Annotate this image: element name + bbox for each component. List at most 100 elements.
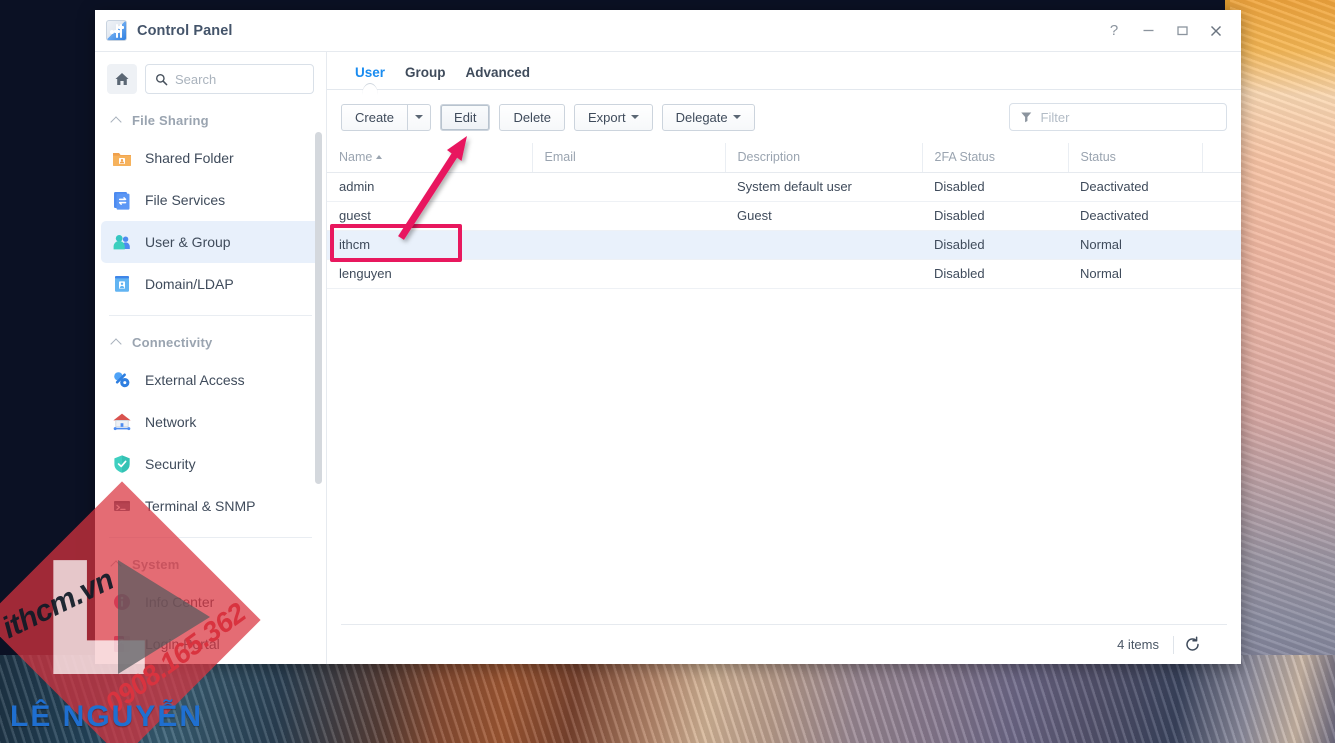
column-header-description[interactable]: Description — [725, 143, 923, 173]
tab-label: Group — [405, 65, 446, 80]
maximize-icon — [1176, 26, 1188, 36]
table-row[interactable]: guest Guest Disabled Deactivated — [327, 201, 1241, 231]
search-icon — [156, 73, 168, 85]
sidebar-item-network[interactable]: Network — [101, 401, 320, 443]
sidebar-item-login-portal[interactable]: Login Portal — [101, 623, 320, 664]
create-dropdown-button[interactable] — [407, 103, 432, 131]
sidebar-item-label: Domain/LDAP — [145, 276, 234, 292]
domain-ldap-icon — [111, 273, 133, 295]
search-box[interactable] — [145, 64, 314, 94]
sidebar-group-label: System — [132, 557, 180, 572]
export-button[interactable]: Export — [574, 103, 653, 131]
table-row[interactable]: lenguyen Disabled Normal — [327, 259, 1241, 289]
sidebar-item-label: Info Center — [145, 594, 215, 610]
sidebar-item-label: Security — [145, 456, 196, 472]
cell-status: Deactivated — [1068, 172, 1202, 202]
sidebar-group-system[interactable]: System — [95, 548, 326, 581]
cell-spacer — [1202, 259, 1241, 289]
sort-asc-icon — [376, 155, 383, 160]
sidebar-scrollbar[interactable] — [315, 132, 322, 484]
search-input[interactable] — [174, 71, 304, 87]
sidebar-item-label: Terminal & SNMP — [145, 498, 256, 514]
filter-box[interactable] — [1009, 103, 1227, 131]
help-icon: ? — [1109, 22, 1119, 39]
chevron-up-icon — [111, 337, 122, 348]
delegate-button[interactable]: Delegate — [661, 103, 755, 131]
sidebar-group-connectivity[interactable]: Connectivity — [95, 326, 326, 359]
user-group-icon — [111, 231, 133, 253]
create-button[interactable]: Create — [341, 103, 408, 131]
users-table: Name Email Description 2FA Status Status… — [327, 143, 1241, 289]
minimize-button[interactable] — [1131, 15, 1165, 47]
cell-status: Normal — [1068, 230, 1202, 260]
toolbar: Create Edit Delete Export Delegate Filte… — [327, 90, 1241, 143]
delete-label: Delete — [513, 109, 552, 125]
column-label: Status — [1080, 150, 1116, 165]
cell-email — [532, 230, 725, 260]
edit-button[interactable]: Edit — [440, 103, 491, 131]
cell-email — [532, 259, 725, 289]
filter-input[interactable] — [1040, 109, 1216, 125]
sidebar-item-label: User & Group — [145, 234, 231, 250]
sidebar-item-info-center[interactable]: Info Center — [101, 581, 320, 623]
cell-email — [532, 172, 725, 202]
refresh-icon — [1186, 636, 1199, 651]
column-header-status[interactable]: Status — [1068, 143, 1203, 173]
column-header-2fa-status[interactable]: 2FA Status — [922, 143, 1069, 173]
cell-2fa-status: Disabled — [922, 230, 1068, 260]
cell-description: System default user — [725, 172, 922, 202]
column-header-name[interactable]: Name — [327, 143, 533, 173]
export-label: Export — [588, 109, 626, 125]
tab-group[interactable]: Group — [395, 65, 456, 89]
sidebar-item-shared-folder[interactable]: Shared Folder — [101, 137, 320, 179]
sidebar-item-security[interactable]: Security — [101, 443, 320, 485]
column-label: Description — [737, 150, 801, 165]
sidebar-item-file-services[interactable]: File Services — [101, 179, 320, 221]
cell-spacer — [1202, 201, 1241, 231]
sidebar-divider — [109, 315, 312, 316]
tab-label: Advanced — [465, 65, 531, 80]
cell-status: Normal — [1068, 259, 1202, 289]
cell-name: guest — [327, 201, 532, 231]
column-header-email[interactable]: Email — [532, 143, 726, 173]
cell-status: Deactivated — [1068, 201, 1202, 231]
close-button[interactable] — [1199, 15, 1233, 47]
chevron-up-icon — [111, 559, 122, 570]
cell-description — [725, 259, 922, 289]
sidebar-divider — [109, 537, 312, 538]
page-title: Control Panel — [137, 22, 233, 39]
home-icon — [115, 73, 129, 85]
shared-folder-icon — [111, 147, 133, 169]
tab-advanced[interactable]: Advanced — [456, 65, 541, 89]
sidebar-item-terminal-snmp[interactable]: Terminal & SNMP — [101, 485, 320, 527]
sidebar-group-file-sharing[interactable]: File Sharing — [95, 104, 326, 137]
cell-2fa-status: Disabled — [922, 201, 1068, 231]
column-label: 2FA Status — [934, 150, 995, 165]
help-button[interactable]: ? — [1097, 15, 1131, 47]
cell-name: lenguyen — [327, 259, 532, 289]
file-services-icon — [111, 189, 133, 211]
close-icon — [1211, 25, 1221, 36]
refresh-button[interactable] — [1174, 636, 1211, 653]
sidebar: File Sharing Shared Folder — [95, 52, 327, 664]
sidebar-item-user-group[interactable]: User & Group — [101, 221, 320, 263]
chevron-down-icon — [415, 115, 424, 119]
home-button[interactable] — [107, 64, 137, 94]
cell-name: admin — [327, 172, 532, 202]
cell-email — [532, 201, 725, 231]
sidebar-item-domain-ldap[interactable]: Domain/LDAP — [101, 263, 320, 305]
delegate-label: Delegate — [675, 109, 728, 125]
sidebar-search-row — [95, 64, 326, 104]
table-header-row: Name Email Description 2FA Status Status — [327, 143, 1241, 173]
maximize-button[interactable] — [1165, 15, 1199, 47]
window-titlebar[interactable]: Control Panel ? — [95, 10, 1241, 52]
tab-user[interactable]: User — [345, 65, 395, 89]
cell-spacer — [1202, 172, 1241, 202]
wallpaper-bottom-strip — [0, 655, 1335, 743]
table-row[interactable]: ithcm Disabled Normal — [327, 230, 1241, 260]
security-icon — [111, 453, 133, 475]
sidebar-item-external-access[interactable]: External Access — [101, 359, 320, 401]
table-row[interactable]: admin System default user Disabled Deact… — [327, 172, 1241, 202]
chevron-down-icon — [732, 115, 741, 119]
delete-button[interactable]: Delete — [499, 103, 566, 131]
